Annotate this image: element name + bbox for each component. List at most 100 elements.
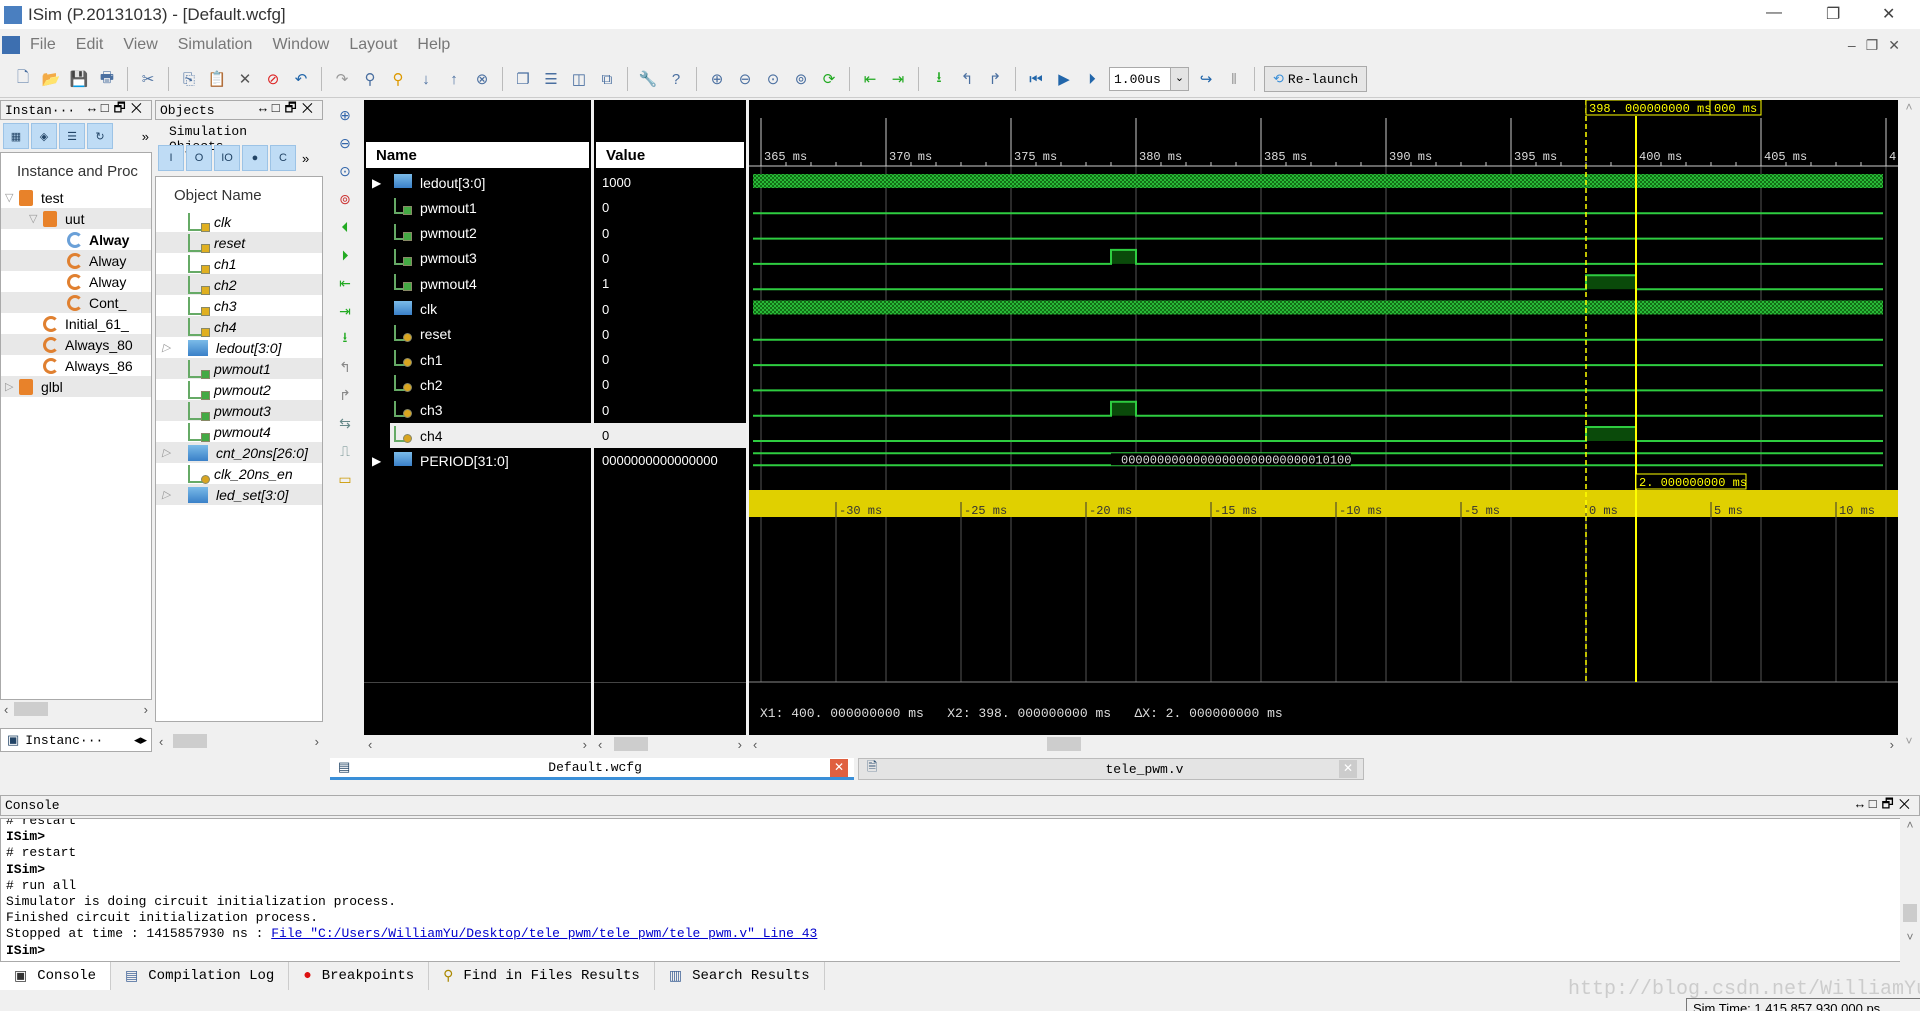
- previous-marker-icon[interactable]: ↰: [334, 356, 356, 378]
- cube-icon[interactable]: ◈: [31, 123, 57, 149]
- next-marker-icon[interactable]: ↱: [334, 384, 356, 406]
- step-over-icon[interactable]: ↪: [1195, 68, 1217, 90]
- objects-hscroll[interactable]: ‹ ›: [155, 732, 323, 750]
- instance-tree-item[interactable]: ▽ test: [1, 187, 151, 208]
- instance-tree-item[interactable]: Cont_: [1, 292, 151, 313]
- go-to-start-icon[interactable]: ⏴: [334, 216, 356, 238]
- source-file-link[interactable]: File "C:/Users/WilliamYu/Desktop/tele pw…: [271, 926, 817, 941]
- close-tab-icon[interactable]: ✕: [1339, 760, 1357, 778]
- collapse-arrow-icon[interactable]: ▽: [29, 212, 43, 225]
- zoom-in-icon[interactable]: ⊕: [706, 68, 728, 90]
- signal-name-row[interactable]: ▶ PERIOD[31:0]: [364, 448, 591, 473]
- object-list-item[interactable]: clk: [156, 211, 322, 232]
- name-hscroll[interactable]: ‹ ›: [364, 735, 591, 753]
- chevron-down-icon[interactable]: ⌄: [1170, 68, 1188, 90]
- waveform-viewer[interactable]: 365 ms 370 ms 375 ms 380 ms 385 ms 390 ms 395 …: [749, 100, 1898, 735]
- signal-name-row[interactable]: pwmout3: [364, 246, 591, 271]
- expand-arrow-icon[interactable]: ▶: [364, 454, 390, 468]
- object-list-item[interactable]: clk_20ns_en: [156, 463, 322, 484]
- panel-controls[interactable]: ↔□🗗✕: [88, 99, 147, 121]
- bottom-tab-compilation-log[interactable]: ▤ Compilation Log: [111, 962, 290, 990]
- instance-tree-item[interactable]: ▽ uut: [1, 208, 151, 229]
- internal-filter-icon[interactable]: ●: [242, 145, 268, 171]
- value-column-header[interactable]: Value: [596, 142, 744, 168]
- zoom-fit-icon[interactable]: ⊙: [334, 160, 356, 182]
- add-marker-icon[interactable]: ⭳: [334, 328, 356, 350]
- zoom-cursor-icon[interactable]: ⊚: [334, 188, 356, 210]
- object-list-item[interactable]: ▷ led_set[3:0]: [156, 484, 322, 505]
- find-in-files-icon[interactable]: ⚲: [387, 68, 409, 90]
- next-transition-icon[interactable]: ⇥: [334, 300, 356, 322]
- save-icon[interactable]: 💾: [68, 68, 90, 90]
- relaunch-button[interactable]: ⟲ Re-launch: [1264, 66, 1368, 92]
- console-output[interactable]: # restart ISim> # restart ISim> # run all Sim…: [0, 818, 1920, 962]
- find-icon[interactable]: ⚲: [359, 68, 381, 90]
- menu-simulation[interactable]: Simulation: [178, 36, 253, 54]
- restart-icon[interactable]: ⏮: [1025, 68, 1047, 90]
- object-list-item[interactable]: ch3: [156, 295, 322, 316]
- object-list-item[interactable]: ▷ ledout[3:0]: [156, 337, 322, 358]
- previous-transition-icon[interactable]: ⇤: [334, 272, 356, 294]
- cancel-icon[interactable]: ⊗: [471, 68, 493, 90]
- go-forward-marker-icon[interactable]: ⇥: [887, 68, 909, 90]
- zoom-fit-icon[interactable]: ⊙: [762, 68, 784, 90]
- bottom-tab-find-in-files-results[interactable]: ⚲ Find in Files Results: [429, 962, 655, 990]
- list-icon[interactable]: ☰: [59, 123, 85, 149]
- expand-arrow-icon[interactable]: ▶: [364, 176, 390, 190]
- instance-tree-item[interactable]: Always_86: [1, 355, 151, 376]
- menu-window[interactable]: Window: [272, 36, 329, 54]
- menu-edit[interactable]: Edit: [76, 36, 104, 54]
- bottom-tab-breakpoints[interactable]: ● Breakpoints: [289, 962, 430, 990]
- process-icon[interactable]: ↻: [87, 123, 113, 149]
- object-list-item[interactable]: ▷ cnt_20ns[26:0]: [156, 442, 322, 463]
- step-icon[interactable]: ⭳: [928, 68, 950, 90]
- undo-icon[interactable]: ↶: [290, 68, 312, 90]
- signal-name-row[interactable]: pwmout2: [364, 221, 591, 246]
- menu-help[interactable]: Help: [417, 36, 450, 54]
- instance-tree-item[interactable]: Initial_61_: [1, 313, 151, 334]
- object-list-item[interactable]: pwmout4: [156, 421, 322, 442]
- signal-name-row[interactable]: clk: [364, 297, 591, 322]
- overflow-icon[interactable]: »: [302, 145, 309, 171]
- wrench-icon[interactable]: 🔧: [637, 68, 659, 90]
- open-icon[interactable]: 📂: [40, 68, 62, 90]
- cascade-icon[interactable]: ❐: [512, 68, 534, 90]
- object-list-item[interactable]: pwmout2: [156, 379, 322, 400]
- zoom-cursor-icon[interactable]: ⊚: [790, 68, 812, 90]
- signal-name-row[interactable]: pwmout1: [364, 195, 591, 220]
- signal-name-row[interactable]: ▶ ledout[3:0]: [364, 170, 591, 195]
- new-file-icon[interactable]: 🗋: [12, 68, 34, 90]
- go-to-end-icon[interactable]: ⏵: [334, 244, 356, 266]
- expand-arrow-icon[interactable]: ▷: [162, 341, 176, 354]
- mdi-controls[interactable]: –❐✕: [1848, 37, 1910, 54]
- instance-tree-item[interactable]: Always_80: [1, 334, 151, 355]
- wave-vscroll[interactable]: ˄ ˅: [1898, 100, 1920, 753]
- copy-icon[interactable]: ⎘: [178, 68, 200, 90]
- menu-file[interactable]: File: [30, 36, 56, 54]
- signal-name-row[interactable]: ch3: [364, 398, 591, 423]
- go-back-marker-icon[interactable]: ⇤: [859, 68, 881, 90]
- instance-tree-item[interactable]: Alway: [1, 229, 151, 250]
- tile-horizontal-icon[interactable]: ☰: [540, 68, 562, 90]
- console-vscroll[interactable]: ˄ ˅: [1900, 818, 1920, 962]
- pause-icon[interactable]: ‖: [1223, 68, 1245, 90]
- object-list-item[interactable]: ch4: [156, 316, 322, 337]
- step-forward-icon[interactable]: ↱: [984, 68, 1006, 90]
- snap-icon[interactable]: ⎍: [334, 440, 356, 462]
- zoom-out-icon[interactable]: ⊖: [334, 132, 356, 154]
- panel-controls[interactable]: ↔□🗗✕: [1856, 795, 1915, 817]
- run-all-icon[interactable]: ▶: [1053, 68, 1075, 90]
- input-filter-icon[interactable]: I: [158, 145, 184, 171]
- signal-name-row[interactable]: reset: [364, 322, 591, 347]
- doc-tab-default-wcfg[interactable]: ▤ Default.wcfg ✕: [330, 758, 854, 780]
- step-back-icon[interactable]: ↰: [956, 68, 978, 90]
- constant-filter-icon[interactable]: C: [270, 145, 296, 171]
- object-list-item[interactable]: reset: [156, 232, 322, 253]
- instance-tree-item[interactable]: Alway: [1, 271, 151, 292]
- instance-tree-item[interactable]: ▷ glbl: [1, 376, 151, 397]
- close-button[interactable]: ✕: [1882, 4, 1895, 24]
- refresh-icon[interactable]: ⟳: [818, 68, 840, 90]
- value-hscroll[interactable]: ‹ ›: [594, 735, 746, 753]
- chip-icon[interactable]: ▦: [3, 123, 29, 149]
- tile-vertical-icon[interactable]: ◫: [568, 68, 590, 90]
